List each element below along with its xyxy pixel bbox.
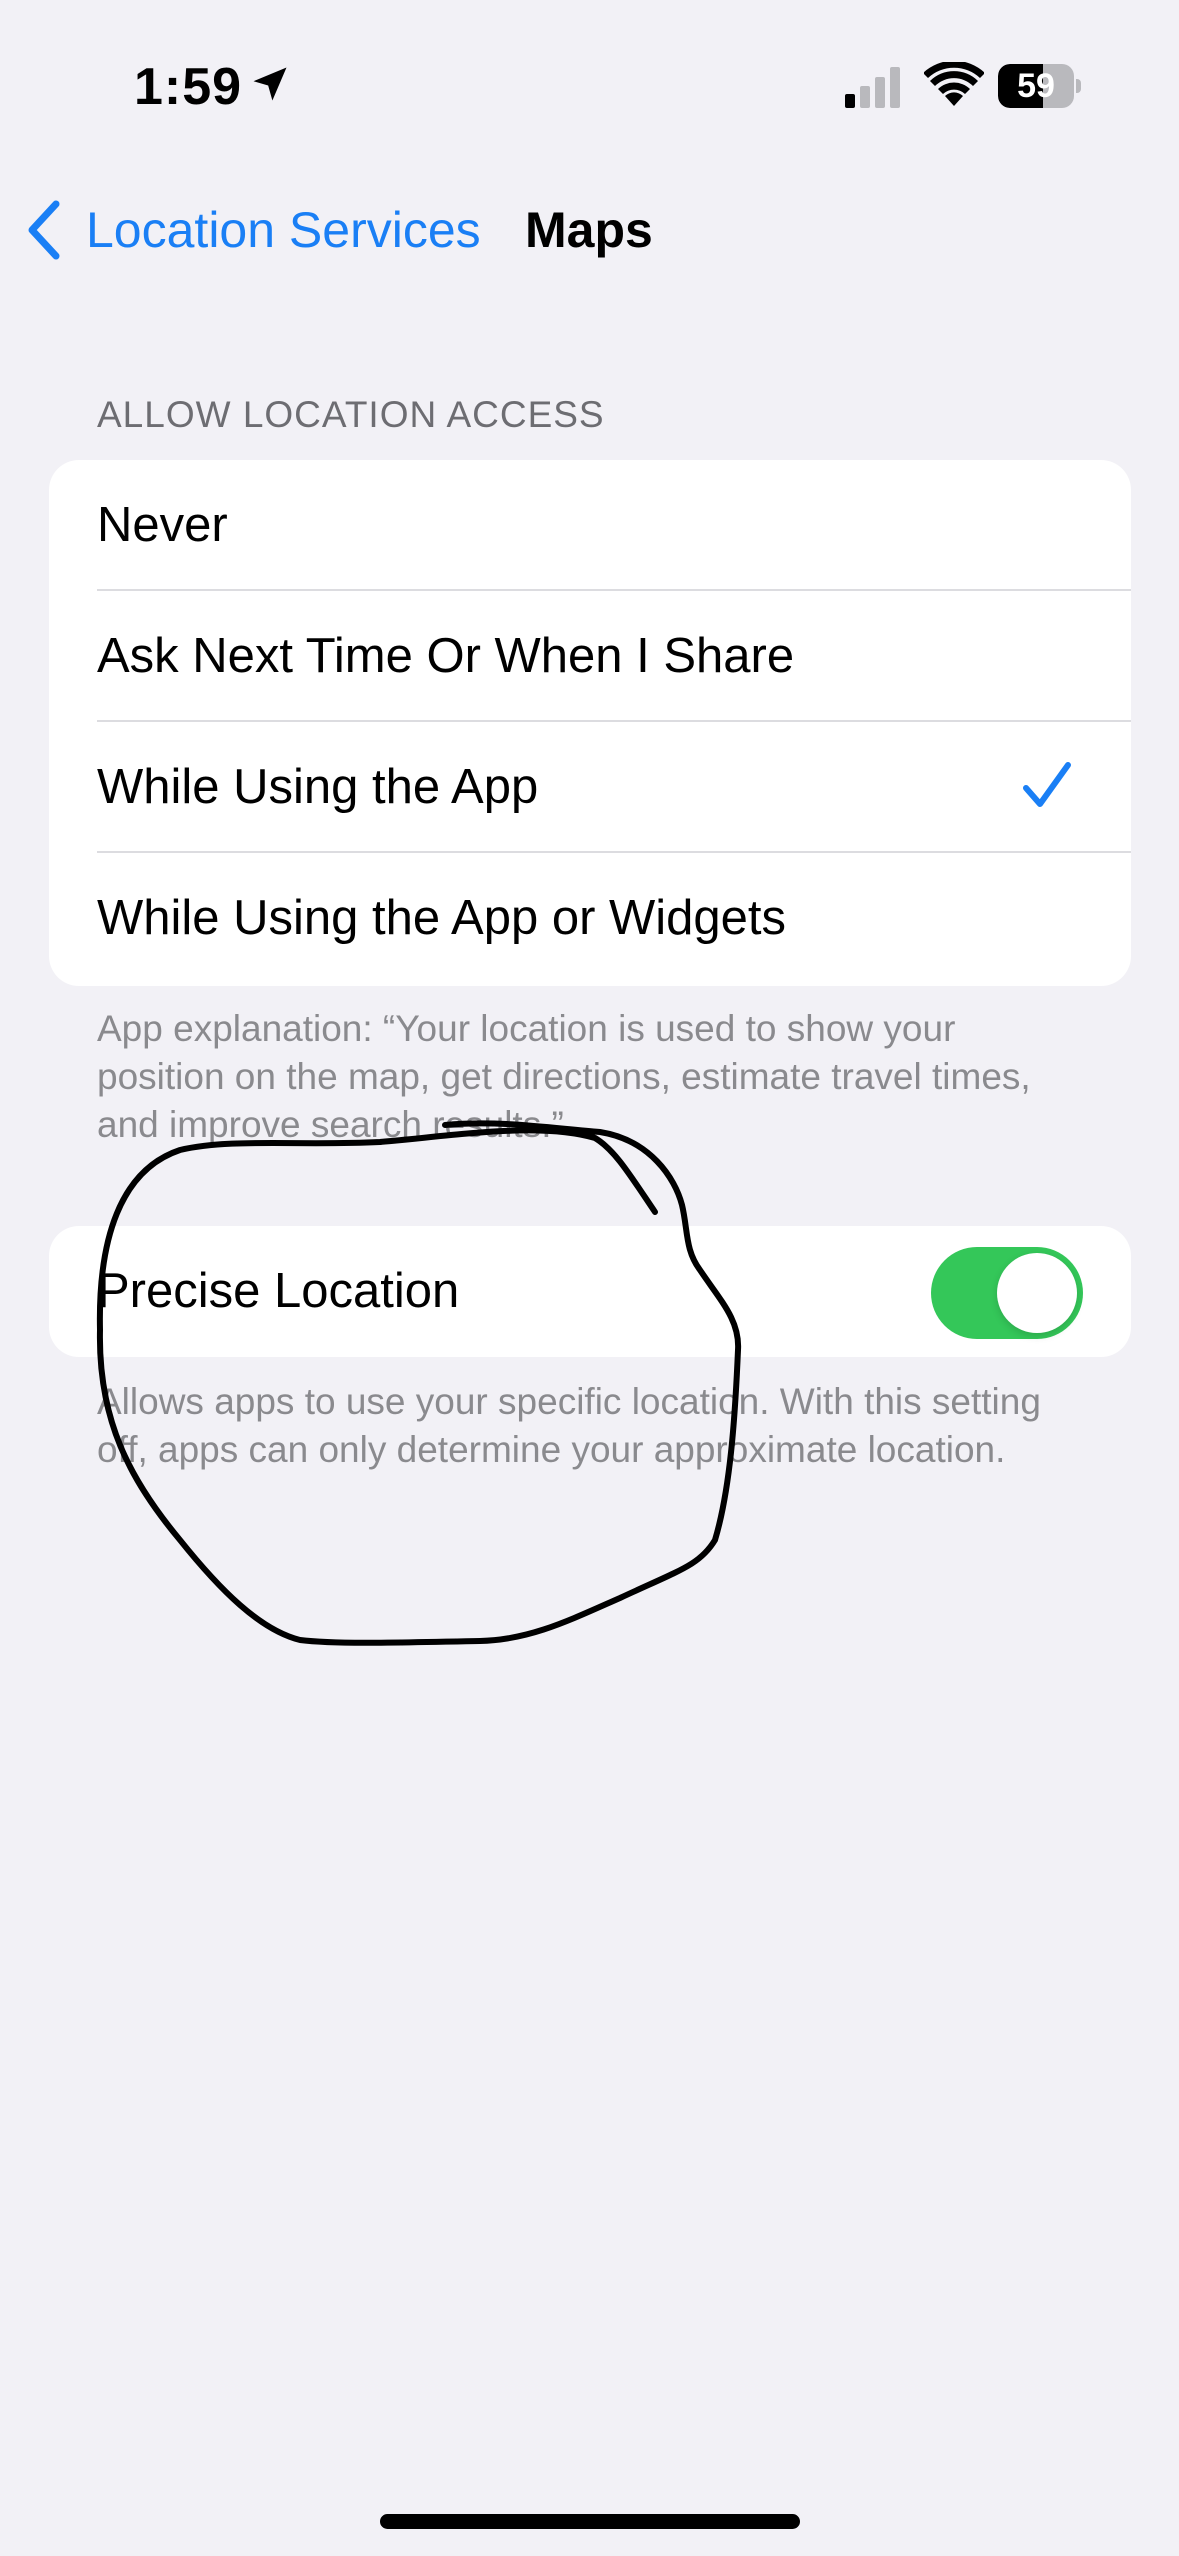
- location-access-options: Never Ask Next Time Or When I Share Whil…: [49, 460, 1131, 986]
- precise-location-toggle[interactable]: [931, 1247, 1083, 1339]
- precise-location-footer: Allows apps to use your specific locatio…: [97, 1381, 1041, 1470]
- back-button[interactable]: Location Services: [22, 188, 481, 272]
- wifi-icon: [924, 62, 984, 106]
- precise-location-row: Precise Location: [49, 1226, 1131, 1357]
- back-button-label: Location Services: [86, 202, 481, 258]
- option-label: Ask Next Time Or When I Share: [97, 629, 795, 683]
- option-label: Never: [97, 498, 228, 552]
- status-time: 1:59: [134, 58, 243, 116]
- precise-location-label: Precise Location: [97, 1264, 460, 1318]
- checkmark-icon: [1023, 762, 1071, 807]
- status-bar: 1:59 59: [0, 0, 1179, 170]
- chevron-left-icon: [28, 200, 60, 260]
- app-explanation-text: App explanation: “Your location is used …: [97, 1008, 1031, 1145]
- option-never[interactable]: Never: [49, 460, 1131, 591]
- cellular-signal-icon: [845, 67, 900, 108]
- battery-percent: 59: [1017, 67, 1055, 105]
- navigation-bar: Location Services Maps: [0, 170, 1179, 290]
- location-arrow-icon: [253, 67, 287, 101]
- option-while-using-app-or-widgets[interactable]: While Using the App or Widgets: [49, 853, 1131, 984]
- section-header-location-access: ALLOW LOCATION ACCESS: [97, 394, 605, 435]
- battery-icon: 59: [998, 64, 1081, 108]
- option-ask-next-time[interactable]: Ask Next Time Or When I Share: [49, 591, 1131, 722]
- option-label: While Using the App: [97, 760, 539, 814]
- page-title: Maps: [525, 202, 653, 258]
- option-while-using-app[interactable]: While Using the App: [49, 722, 1131, 853]
- home-indicator[interactable]: [380, 2514, 800, 2529]
- toggle-knob: [997, 1253, 1077, 1333]
- option-label: While Using the App or Widgets: [97, 891, 787, 945]
